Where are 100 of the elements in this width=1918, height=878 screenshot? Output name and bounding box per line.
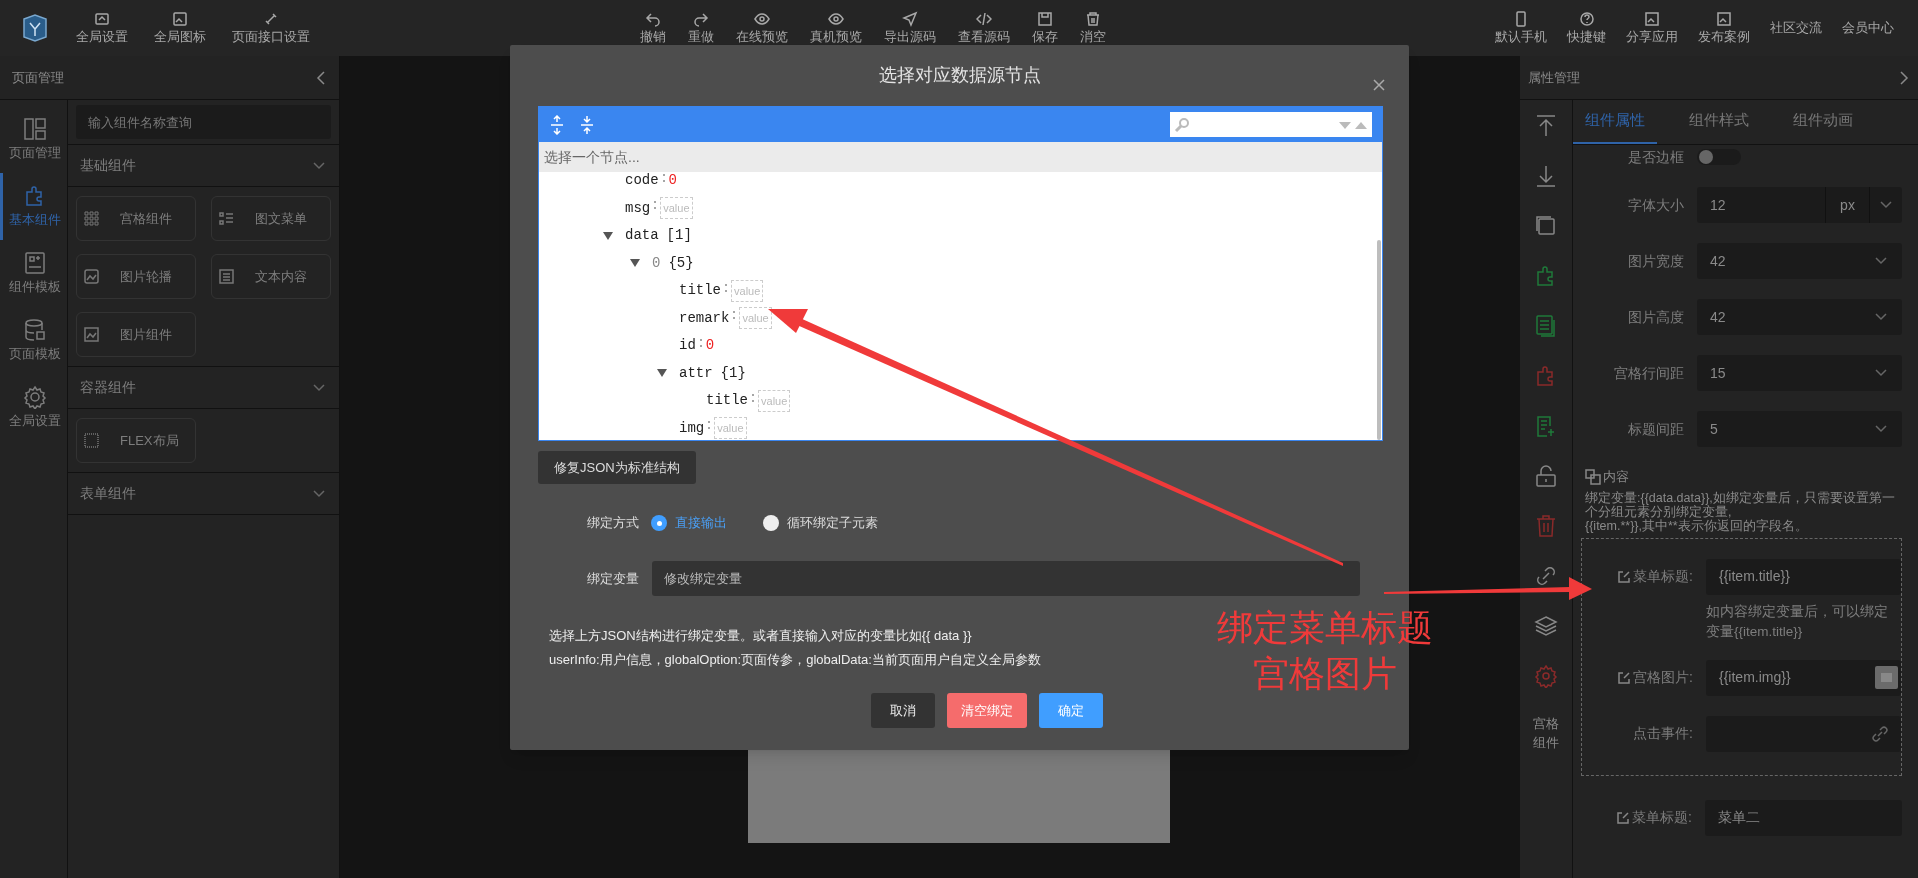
tree-key[interactable]: code [625,172,659,192]
group-header[interactable]: 基础组件 [68,145,339,187]
close-icon [1372,78,1386,92]
input-field[interactable]: {{item.title}} [1706,558,1901,595]
phone-icon [1513,11,1529,27]
toolbar-link[interactable]: 会员中心 [1842,18,1894,38]
annotation-text: 绑定菜单标题 [1217,606,1433,650]
section-title: 内容 [1603,468,1629,486]
toolbar-button[interactable]: 消空 [1080,11,1106,45]
nav-item[interactable]: 组件模板 [0,240,67,307]
trash-icon[interactable] [1534,514,1558,538]
list-icon [217,210,235,227]
select-field[interactable]: 42 [1697,299,1902,335]
scrollbar[interactable] [1377,240,1381,440]
toolbar-button[interactable]: 在线预览 [736,11,788,45]
input-field[interactable]: 菜单二 [1705,799,1902,836]
toolbar-button[interactable]: 查看源码 [958,11,1010,45]
nav-item[interactable]: 基本组件 [0,173,67,240]
move-bottom-icon[interactable] [1534,164,1558,188]
toolbar-button[interactable]: 快捷键 [1567,11,1606,45]
tree-key[interactable]: img [679,417,705,439]
tree-key[interactable]: title [706,390,748,412]
layers-icon[interactable] [1534,614,1558,638]
dialog-title: 选择对应数据源节点 [878,64,1041,87]
input-field[interactable]: {{item.img}} [1706,659,1901,696]
tree-key[interactable]: data [625,225,659,247]
nav-item[interactable]: 页面模板 [0,307,67,374]
toolbar-button[interactable]: 保存 [1032,11,1058,45]
search-field[interactable]: 输入组件名称查询 [76,105,331,139]
select-field[interactable]: 42 [1697,243,1902,279]
toolbar-button[interactable]: 重做 [688,11,714,45]
radio-option[interactable]: 循环绑定子元素 [763,513,878,533]
tree-key[interactable]: title [679,280,721,302]
tab[interactable]: 组件动画 [1781,100,1865,144]
template-icon [23,250,47,275]
database-icon [23,317,47,342]
component-item[interactable]: 图片组件 [76,312,196,357]
component-item[interactable]: 图文菜单 [210,196,331,241]
select-field[interactable]: 5 [1697,411,1902,447]
help-text: userInfo:用户信息，globalOption:页面传参，globalData:当前页面用户自定义全局参数 [549,651,1041,669]
nav-item[interactable]: 页面管理 [0,106,67,173]
component-item[interactable]: 图片轮播 [76,254,196,299]
logo-icon [20,13,50,43]
toolbar-button[interactable]: 默认手机 [1495,11,1547,45]
panel-title: 页面管理 [12,68,64,87]
tree-status: 选择一个节点... [539,142,1382,172]
tree-key[interactable]: 0 [652,252,661,274]
item-count: {1} [720,363,746,383]
dialog-button[interactable]: 确定 [1038,693,1103,728]
image-icon [1716,11,1732,27]
dialog-button[interactable]: 取消 [870,693,935,728]
item-count: {5} [668,253,694,273]
tree-key[interactable]: attr [679,362,713,384]
link-field[interactable] [1706,715,1901,752]
toolbar-button[interactable]: 全局图标 [154,11,206,45]
move-top-icon[interactable] [1534,114,1558,138]
toolbar-button[interactable]: 发布案例 [1698,11,1750,45]
image-icon [1644,11,1660,27]
settings-icon[interactable] [1534,664,1558,688]
nav-item[interactable]: 全局设置 [0,374,67,441]
unlock-icon[interactable] [1534,464,1558,488]
group-header[interactable]: 表单组件 [68,473,339,515]
toggle-switch[interactable] [1697,149,1741,165]
copy-icon[interactable] [1534,214,1558,238]
send-icon [902,11,918,27]
dialog-button[interactable]: 清空绑定 [946,693,1027,728]
select-field[interactable]: 15 [1697,355,1902,391]
toolbar-button[interactable]: 导出源码 [884,11,936,45]
component-item[interactable]: 宫格组件 [76,196,196,241]
variable-input[interactable]: 修改绑定变量 [652,561,1360,596]
unit-select[interactable]: px [1825,187,1869,223]
group-header[interactable]: 容器组件 [68,367,339,409]
frame-icon [83,432,100,449]
toolbar-link[interactable]: 社区交流 [1770,18,1822,38]
tab[interactable]: 组件样式 [1677,100,1761,144]
help-text: 选择上方JSON结构进行绑定变量。或者直接输入对应的变量比如{{ data }} [549,627,972,645]
down-triangle-icon [1338,119,1352,130]
trash-icon [1085,11,1101,27]
tree-value[interactable]: 0 [668,172,677,192]
toolbar-button[interactable]: 真机预览 [810,11,862,45]
tree-value[interactable]: 0 [705,335,715,357]
radio-option[interactable]: 直接输出 [651,513,727,533]
field-label: 图片高度 [1628,307,1684,327]
component-item[interactable]: FLEX布局 [76,418,196,463]
tree-key[interactable]: msg [625,197,651,219]
toolbar-button[interactable]: 分享应用 [1626,11,1678,45]
component-item[interactable]: 文本内容 [210,254,331,299]
toolbar-button[interactable]: 页面接口设置 [232,11,310,45]
tree-key[interactable]: id [679,335,696,357]
fix-json-button[interactable]: 修复JSON为标准结构 [538,451,696,484]
panel-title: 属性管理 [1528,68,1580,87]
save-icon [1037,11,1053,27]
tree-search-field[interactable] [1170,112,1372,137]
toolbar-button[interactable]: 撤销 [640,11,666,45]
field-label: 绑定方式 [587,514,639,533]
document-icon[interactable] [1534,314,1558,338]
tab[interactable]: 组件属性 [1573,100,1657,144]
tree-key[interactable]: remark [679,307,730,329]
number-field[interactable]: 12 px [1697,187,1902,223]
toolbar-button[interactable]: 全局设置 [76,11,128,45]
